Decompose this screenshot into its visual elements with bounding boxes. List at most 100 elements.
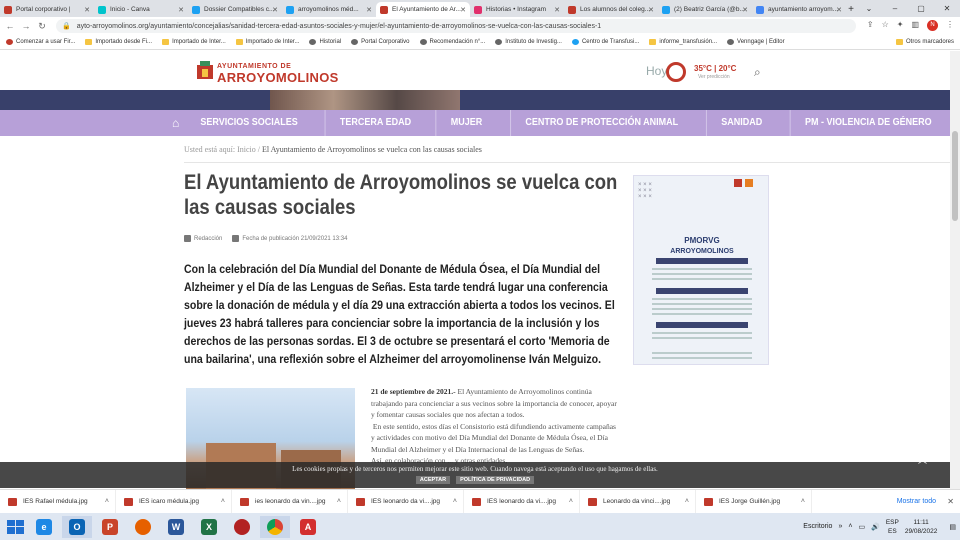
- browser-tab[interactable]: arroyomolinos méd... ✕: [282, 2, 376, 17]
- menu-item[interactable]: PM - VIOLENCIA DE GÉNERO: [789, 110, 945, 136]
- menu-item[interactable]: TERCERA EDAD: [325, 110, 426, 136]
- acrobat-icon[interactable]: A: [293, 516, 323, 538]
- back-icon[interactable]: ←: [4, 21, 16, 31]
- bookmark-item[interactable]: Portal Corporativo: [351, 39, 410, 45]
- favicon-icon: [474, 5, 482, 14]
- breadcrumb-home-link[interactable]: Inicio: [237, 145, 256, 154]
- home-icon[interactable]: ⌂: [172, 116, 179, 130]
- extensions-icon[interactable]: ✦: [897, 20, 904, 31]
- close-tab-icon[interactable]: ✕: [366, 6, 372, 14]
- bookmark-item[interactable]: Importado desde Fi...: [85, 39, 152, 45]
- close-tab-icon[interactable]: ✕: [272, 6, 278, 14]
- bookmark-item[interactable]: Recomendación n°...: [419, 39, 485, 45]
- chevron-up-icon[interactable]: ˄: [685, 498, 689, 505]
- other-bookmarks[interactable]: Otros marcadores: [895, 39, 954, 45]
- menu-item[interactable]: MUJER: [434, 110, 496, 136]
- minimize-button[interactable]: –: [882, 0, 908, 17]
- close-tab-icon[interactable]: ✕: [460, 6, 466, 14]
- download-item[interactable]: IES leonardo da vi....jpg ˄: [464, 489, 580, 514]
- download-item[interactable]: IES leonardo da vi....jpg ˄: [348, 489, 464, 514]
- weather-prediction-link[interactable]: Ver predicción: [698, 74, 730, 80]
- chevron-up-icon[interactable]: ˄: [221, 498, 225, 505]
- browser-tab[interactable]: El Ayuntamiento de Ar... ✕: [376, 2, 470, 17]
- notifications-icon[interactable]: ▤: [949, 523, 956, 531]
- bookmark-item[interactable]: Venngage | Editor: [727, 39, 785, 45]
- site-logo[interactable]: AYUNTAMIENTO DE ARROYOMOLINOS: [195, 57, 338, 85]
- bookmark-item[interactable]: Instituto de Investig...: [495, 39, 562, 45]
- app-icon[interactable]: [227, 516, 257, 538]
- bookmark-item[interactable]: Historial: [309, 39, 341, 45]
- windows-start-icon[interactable]: [4, 517, 26, 537]
- download-item[interactable]: Leonardo da vinci....jpg ˄: [580, 489, 696, 514]
- favicon-icon: [98, 5, 106, 14]
- firefox-icon[interactable]: [128, 516, 158, 538]
- privacy-policy-button[interactable]: POLÍTICA DE PRIVACIDAD: [456, 476, 535, 484]
- maximize-button[interactable]: ▢: [908, 0, 934, 17]
- search-icon[interactable]: ⌕: [754, 65, 761, 80]
- close-button[interactable]: ✕: [934, 0, 960, 17]
- close-tab-icon[interactable]: ✕: [742, 6, 748, 14]
- word-icon[interactable]: W: [161, 516, 191, 538]
- reload-icon[interactable]: ↻: [36, 21, 48, 32]
- powerpoint-icon[interactable]: P: [95, 516, 125, 538]
- address-bar[interactable]: 🔒 ayto-arroyomolinos.org/ayuntamiento/co…: [56, 19, 856, 33]
- bookmark-item[interactable]: informe_transfusión...: [649, 39, 717, 45]
- download-item[interactable]: ies leonardo da vin....jpg ˄: [232, 489, 348, 514]
- bookmark-item[interactable]: Comenzar a usar Fir...: [6, 39, 75, 45]
- close-tab-icon[interactable]: ✕: [84, 6, 90, 14]
- avatar[interactable]: N: [927, 20, 938, 31]
- download-item[interactable]: IES Jorge Guillén.jpg ˄: [696, 489, 812, 514]
- menu-item[interactable]: SERVICIOS SOCIALES: [186, 110, 312, 136]
- close-tab-icon[interactable]: ✕: [648, 6, 654, 14]
- bookmark-item[interactable]: Centro de Transfusi...: [571, 39, 639, 45]
- close-tab-icon[interactable]: ✕: [554, 6, 560, 14]
- weather-widget[interactable]: Hoy 35°C | 20°C Ver predicción: [646, 62, 746, 86]
- chevron-up-icon[interactable]: ˄: [801, 498, 805, 505]
- forward-icon[interactable]: →: [20, 21, 32, 31]
- close-icon[interactable]: ✕: [947, 497, 954, 506]
- browser-tab[interactable]: Dossier Compatibles c... ✕: [188, 2, 282, 17]
- chevron-up-icon[interactable]: ˄: [453, 498, 457, 505]
- outlook-icon[interactable]: O: [62, 515, 92, 538]
- close-tab-icon[interactable]: ✕: [836, 6, 842, 14]
- menu-icon[interactable]: ⋮: [946, 20, 954, 31]
- excel-icon[interactable]: X: [194, 516, 224, 538]
- close-tab-icon[interactable]: ✕: [178, 6, 184, 14]
- chevron-up-icon[interactable]: ˄: [337, 498, 341, 505]
- show-all-downloads-button[interactable]: Mostrar todo: [897, 498, 936, 505]
- chevron-up-icon[interactable]: ˄: [105, 498, 109, 505]
- download-item[interactable]: IES icaro médula.jpg ˄: [116, 489, 232, 514]
- chevron-up-icon[interactable]: ˄: [569, 498, 573, 505]
- new-tab-button[interactable]: +: [846, 2, 856, 17]
- menu-item[interactable]: CENTRO DE PROTECCIÓN ANIMAL: [509, 110, 692, 136]
- bookmark-item[interactable]: Importado de Inter...: [162, 39, 226, 45]
- browser-tab[interactable]: (2) Beatriz García (@b... ✕: [658, 2, 752, 17]
- menu-item[interactable]: SANIDAD: [706, 110, 777, 136]
- folder-icon: [162, 39, 170, 45]
- browser-tab[interactable]: Portal corporativo | ✕: [0, 2, 94, 17]
- download-item[interactable]: IES Rafael médula.jpg ˄: [0, 489, 116, 514]
- url-text: ayto-arroyomolinos.org/ayuntamiento/conc…: [76, 22, 602, 30]
- chevron-down-icon[interactable]: ⌄: [856, 0, 882, 17]
- star-icon[interactable]: ☆: [882, 20, 889, 31]
- bookmark-item[interactable]: Importado de Inter...: [235, 39, 299, 45]
- volume-icon[interactable]: 🔊: [871, 523, 880, 531]
- sidebar-icon[interactable]: ▥: [911, 20, 919, 31]
- clock[interactable]: 11:11 29/08/2022: [905, 518, 938, 536]
- browser-tab[interactable]: Inicio - Canva ✕: [94, 2, 188, 17]
- browser-tab[interactable]: Historias • Instagram ✕: [470, 2, 564, 17]
- sidebar-poster[interactable]: × × × × × × × × × PMORVG ARROYOMOLINOS: [633, 175, 769, 365]
- chevron-right-icon[interactable]: »: [838, 523, 842, 530]
- network-icon[interactable]: ▭: [858, 523, 865, 531]
- cookie-accept-button[interactable]: ACEPTAR: [415, 476, 451, 484]
- internet-explorer-icon[interactable]: e: [29, 516, 59, 538]
- back-to-top-icon[interactable]: ︿: [918, 453, 927, 466]
- browser-tab[interactable]: ayuntamiento arroyom... ✕: [752, 2, 846, 17]
- chrome-icon[interactable]: [260, 515, 290, 538]
- share-icon[interactable]: ⇪: [867, 20, 874, 31]
- desktop-label[interactable]: Escritorio: [803, 523, 832, 530]
- language-indicator[interactable]: ESP ES: [886, 518, 899, 536]
- browser-tab[interactable]: Los alumnos del coleg... ✕: [564, 2, 658, 17]
- chevron-up-icon[interactable]: ˄: [848, 523, 852, 530]
- scrollbar[interactable]: [950, 51, 960, 521]
